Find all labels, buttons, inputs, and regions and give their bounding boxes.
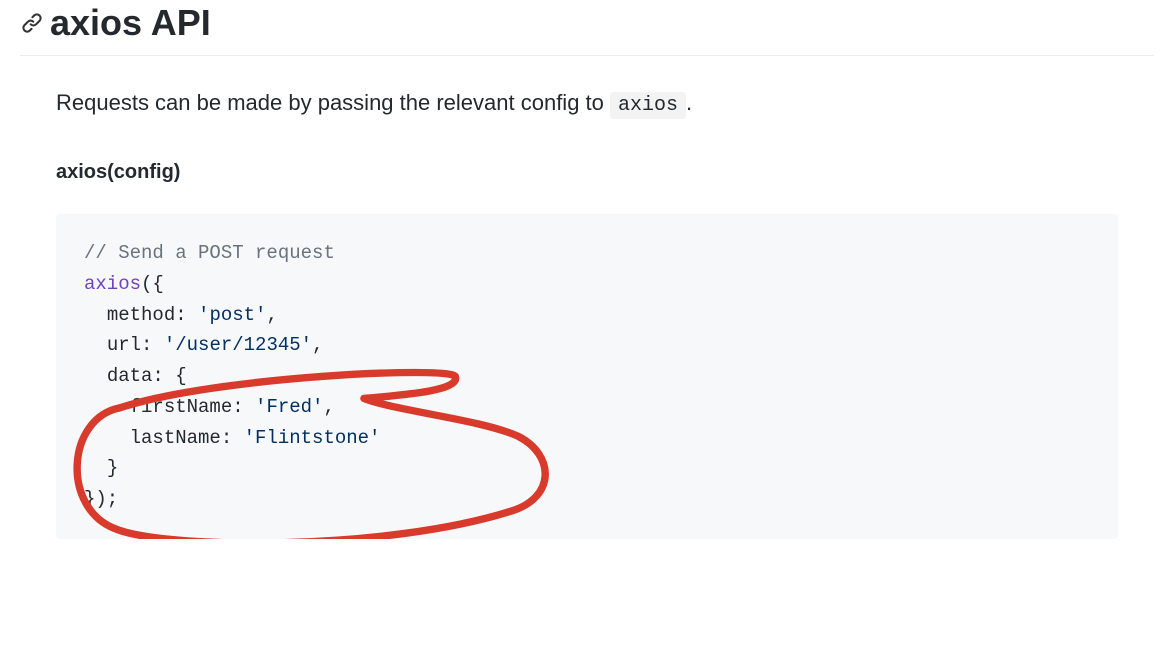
code-data-close: } [107,457,118,479]
code-key-firstname: firstName [130,396,233,418]
code-close: }); [84,488,118,510]
code-colon-1: : [175,304,186,326]
code-colon-3: : [152,365,163,387]
code-colon-5: : [221,427,232,449]
intro-paragraph: Requests can be made by passing the rele… [20,86,1154,121]
code-block: // Send a POST request axios({ method: '… [56,214,1118,539]
intro-text-suffix: . [686,90,692,115]
code-val-method: 'post' [198,304,266,326]
code-data-open: { [175,365,186,387]
link-icon-svg [21,12,43,34]
code-val-firstname: 'Fred' [255,396,323,418]
code-block-wrapper: // Send a POST request axios({ method: '… [56,214,1118,539]
code-key-lastname: lastName [130,427,221,449]
code-comma-1: , [266,304,277,326]
code-key-url: url [107,334,141,356]
code-comment: // Send a POST request [84,242,335,264]
link-icon[interactable] [20,11,44,35]
code-colon-4: : [232,396,243,418]
document-container: axios API Requests can be made by passin… [0,0,1174,559]
page-title: axios API [50,0,211,45]
code-key-data: data [107,365,153,387]
inline-code-axios: axios [610,92,686,119]
code-key-method: method [107,304,175,326]
code-comma-2: , [312,334,323,356]
method-signature: axios(config) [20,161,1154,184]
code-val-url: '/user/12345' [164,334,312,356]
code-colon-2: : [141,334,152,356]
code-comma-3: , [323,396,334,418]
code-fn-name: axios [84,273,141,295]
code-val-lastname: 'Flintstone' [244,427,381,449]
heading-row: axios API [20,0,1154,56]
code-open: ({ [141,273,164,295]
intro-text-prefix: Requests can be made by passing the rele… [56,90,610,115]
